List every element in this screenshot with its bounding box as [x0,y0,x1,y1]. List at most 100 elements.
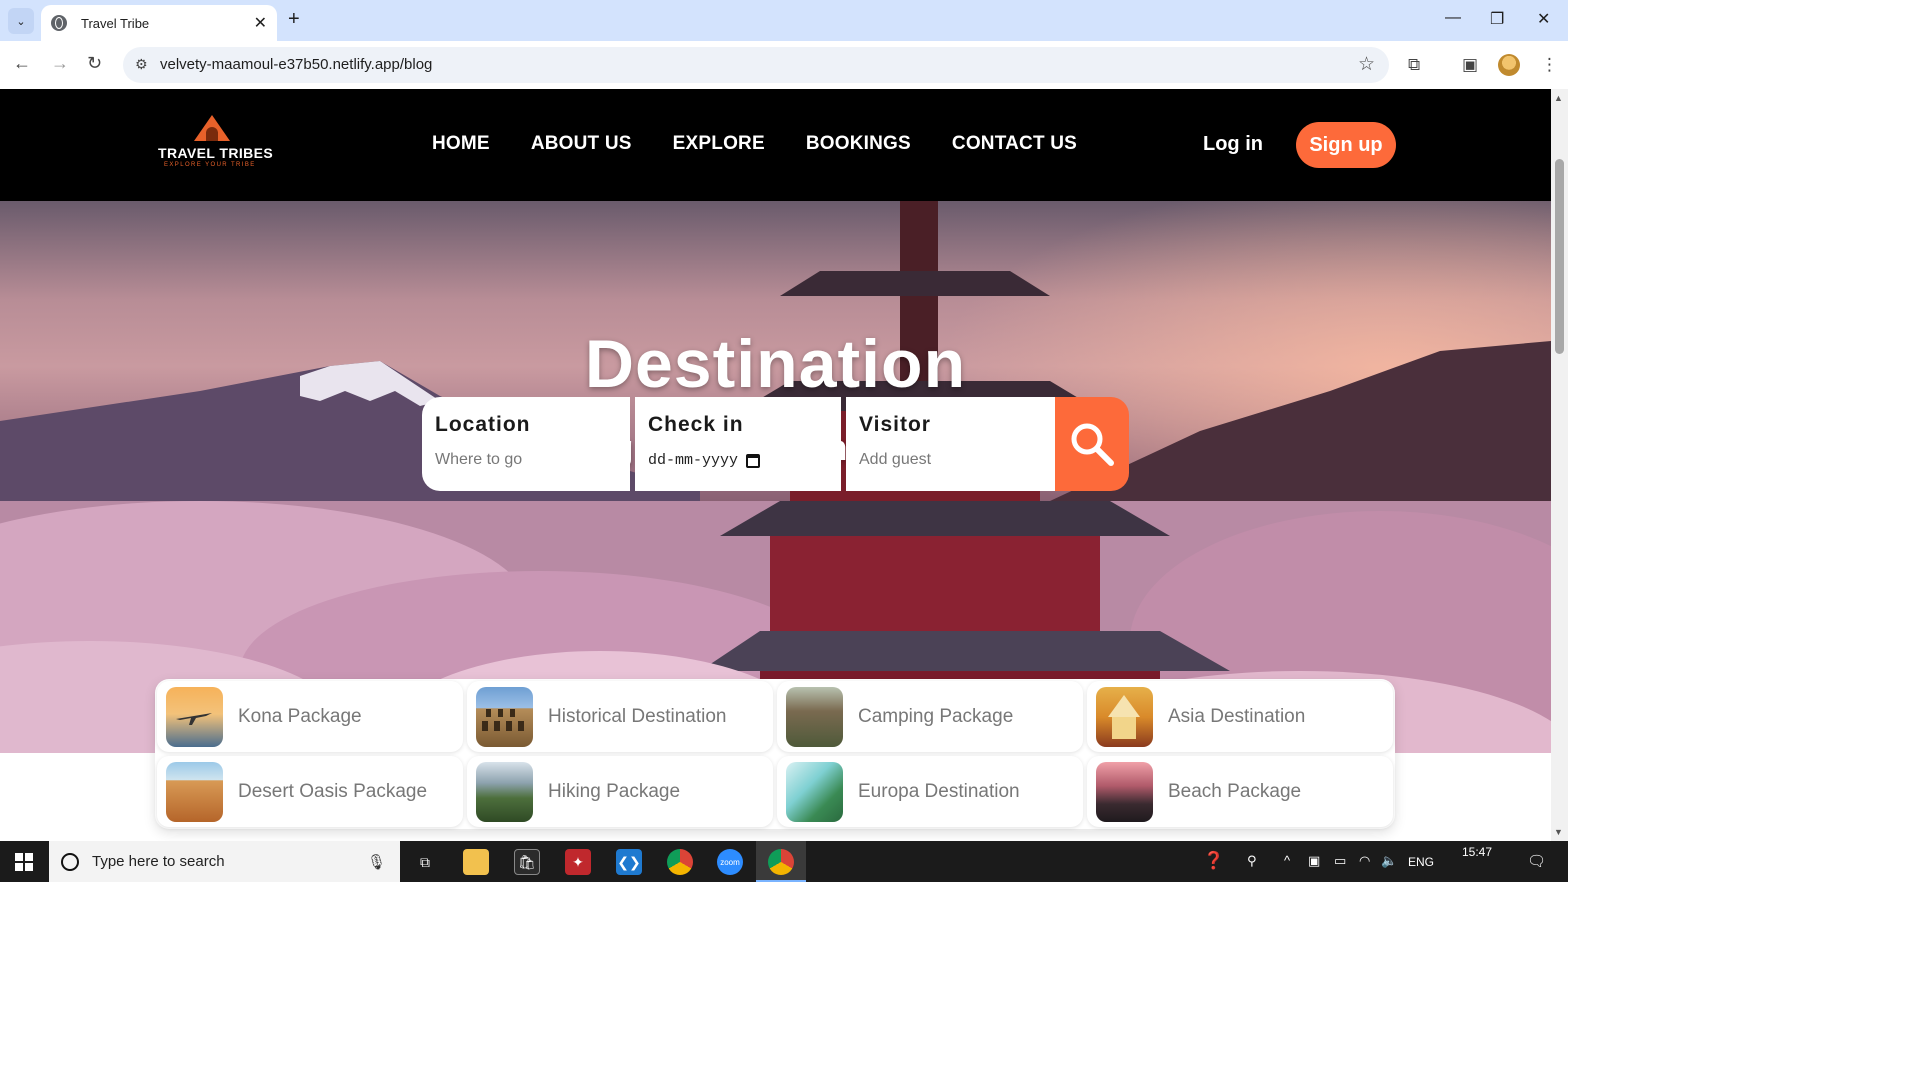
signup-button[interactable]: Sign up [1296,122,1396,168]
visitor-input[interactable] [859,451,1029,469]
airplane-sunset-thumbnail [166,686,223,747]
side-panel-icon[interactable]: ▣ [1462,55,1478,75]
app-red-icon[interactable]: ✦ [565,849,591,875]
new-tab-button[interactable]: + [288,8,300,31]
bookmark-star-icon[interactable]: ☆ [1358,53,1375,76]
package-name: Historical Destination [548,705,727,727]
search-icon [1071,423,1114,466]
taskbar-search-placeholder[interactable]: Type here to search [92,853,367,870]
url-text[interactable]: velvety-maamoul-e37b50.netlify.app/blog [160,56,432,73]
page-viewport: TRAVEL TRIBES EXPLORE YOUR TRIBE HOME AB… [0,89,1551,841]
help-icon[interactable]: ❓ [1203,851,1224,871]
os-taskbar: Type here to search 🎙 ⧉ 🛍 ✦ ❮❯ zoom ❓ ⚲ … [0,841,1568,882]
profile-avatar[interactable] [1498,54,1520,76]
scroll-down-arrow-icon[interactable]: ▼ [1554,827,1563,837]
site-info-icon[interactable]: ⚙ [135,56,148,73]
package-name: Camping Package [858,705,1014,727]
taskbar-search-box[interactable]: Type here to search 🎙 [49,841,400,882]
logo-brand-text: TRAVEL TRIBES [158,145,274,161]
package-name: Asia Destination [1168,705,1306,727]
menu-kebab-icon[interactable]: ⋮ [1541,55,1558,75]
scroll-thumb[interactable] [1555,159,1564,354]
package-grid: Kona Package Historical Destination Camp… [155,679,1395,829]
notification-icon[interactable]: 🗨 [1527,852,1546,870]
nav-contact-us[interactable]: CONTACT US [952,133,1077,155]
package-card[interactable]: Desert Oasis Package [157,756,463,827]
beach-sunset-thumbnail [1096,761,1153,822]
package-card[interactable]: Asia Destination [1087,681,1393,752]
checkin-date-text[interactable]: dd-mm-yyyy [648,452,738,469]
clock-time: 15:47 [1462,845,1493,859]
site-header: TRAVEL TRIBES EXPLORE YOUR TRIBE HOME AB… [0,89,1551,201]
extensions-icon[interactable]: ⧉ [1408,55,1420,75]
tab-search-button[interactable]: ⌄ [8,8,34,34]
address-bar[interactable]: ⚙ velvety-maamoul-e37b50.netlify.app/blo… [123,47,1389,83]
package-card[interactable]: Beach Package [1087,756,1393,827]
taskbar-clock[interactable]: 15:47 [1462,845,1492,859]
search-button[interactable] [1055,397,1129,491]
package-card[interactable]: Kona Package [157,681,463,752]
globe-icon [51,15,67,31]
language-indicator[interactable]: ENG [1408,855,1434,869]
nav-explore[interactable]: EXPLORE [673,133,765,155]
battery-icon[interactable]: ▭ [1334,853,1346,869]
windows-start-icon[interactable] [15,853,33,871]
package-name: Kona Package [238,705,362,727]
chevron-up-icon[interactable]: ^ [1284,853,1290,868]
vscode-icon[interactable]: ❮❯ [616,849,642,875]
logo-tagline: EXPLORE YOUR TRIBE [164,162,256,168]
login-link[interactable]: Log in [1203,133,1263,156]
browser-tab[interactable]: Travel Tribe ✕ [41,5,277,41]
task-view-icon[interactable]: ⧉ [412,849,438,875]
chrome-active-icon[interactable] [768,849,794,875]
security-icon[interactable]: ▣ [1308,853,1320,869]
forward-arrow-icon[interactable]: → [51,53,69,74]
nav-about-us[interactable]: ABOUT US [531,133,632,155]
chrome-icon[interactable] [667,849,693,875]
calendar-icon[interactable] [746,453,761,468]
package-card[interactable]: Historical Destination [467,681,773,752]
page-scrollbar[interactable]: ▲ ▼ [1551,89,1568,841]
close-tab-icon[interactable]: ✕ [254,13,267,33]
package-card[interactable]: Hiking Package [467,756,773,827]
people-icon[interactable]: ⚲ [1247,853,1257,869]
nav-bookings[interactable]: BOOKINGS [806,133,911,155]
volume-icon[interactable]: 🔈 [1381,853,1397,869]
package-name: Hiking Package [548,780,681,802]
checkin-date-input[interactable]: dd-mm-yyyy [648,452,828,469]
store-icon[interactable]: 🛍 [514,849,540,875]
rock-cliffs-thumbnail [786,686,843,747]
zoom-icon[interactable]: zoom [717,849,743,875]
back-arrow-icon[interactable]: ← [13,53,31,74]
package-name: Europa Destination [858,780,1020,802]
visitor-label: Visitor [859,413,931,436]
nav-home[interactable]: HOME [432,133,490,155]
wifi-icon[interactable]: ◠ [1359,853,1370,869]
location-field: Location [422,397,630,491]
colosseum-thumbnail [476,686,533,747]
minimize-icon[interactable]: — [1445,9,1461,27]
checkin-label: Check in [648,413,744,436]
checkin-field: Check in dd-mm-yyyy [635,397,841,491]
location-label: Location [435,413,531,436]
browser-toolbar: ← → ↻ ⚙ velvety-maamoul-e37b50.netlify.a… [0,41,1568,89]
package-card[interactable]: Europa Destination [777,756,1083,827]
file-explorer-icon[interactable] [463,849,489,875]
package-card[interactable]: Camping Package [777,681,1083,752]
scroll-up-arrow-icon[interactable]: ▲ [1554,93,1563,103]
package-name: Beach Package [1168,780,1302,802]
package-name: Desert Oasis Package [238,780,428,802]
visitor-field: Visitor [846,397,1055,491]
site-logo[interactable]: TRAVEL TRIBES EXPLORE YOUR TRIBE [150,115,274,173]
asian-temple-thumbnail [1096,686,1153,747]
hiker-mountains-thumbnail [476,761,533,822]
microphone-icon[interactable]: 🎙 [367,853,386,871]
search-bar: Location Check in dd-mm-yyyy Visitor [422,397,1129,491]
island-beach-thumbnail [786,761,843,822]
tab-title: Travel Tribe [81,15,150,31]
restore-icon[interactable]: ❐ [1490,9,1504,29]
close-window-icon[interactable]: ✕ [1537,9,1550,29]
reload-icon[interactable]: ↻ [87,53,102,74]
browser-tab-bar: ⌄ Travel Tribe ✕ + — ❐ ✕ [0,0,1568,41]
location-input[interactable] [435,451,605,469]
